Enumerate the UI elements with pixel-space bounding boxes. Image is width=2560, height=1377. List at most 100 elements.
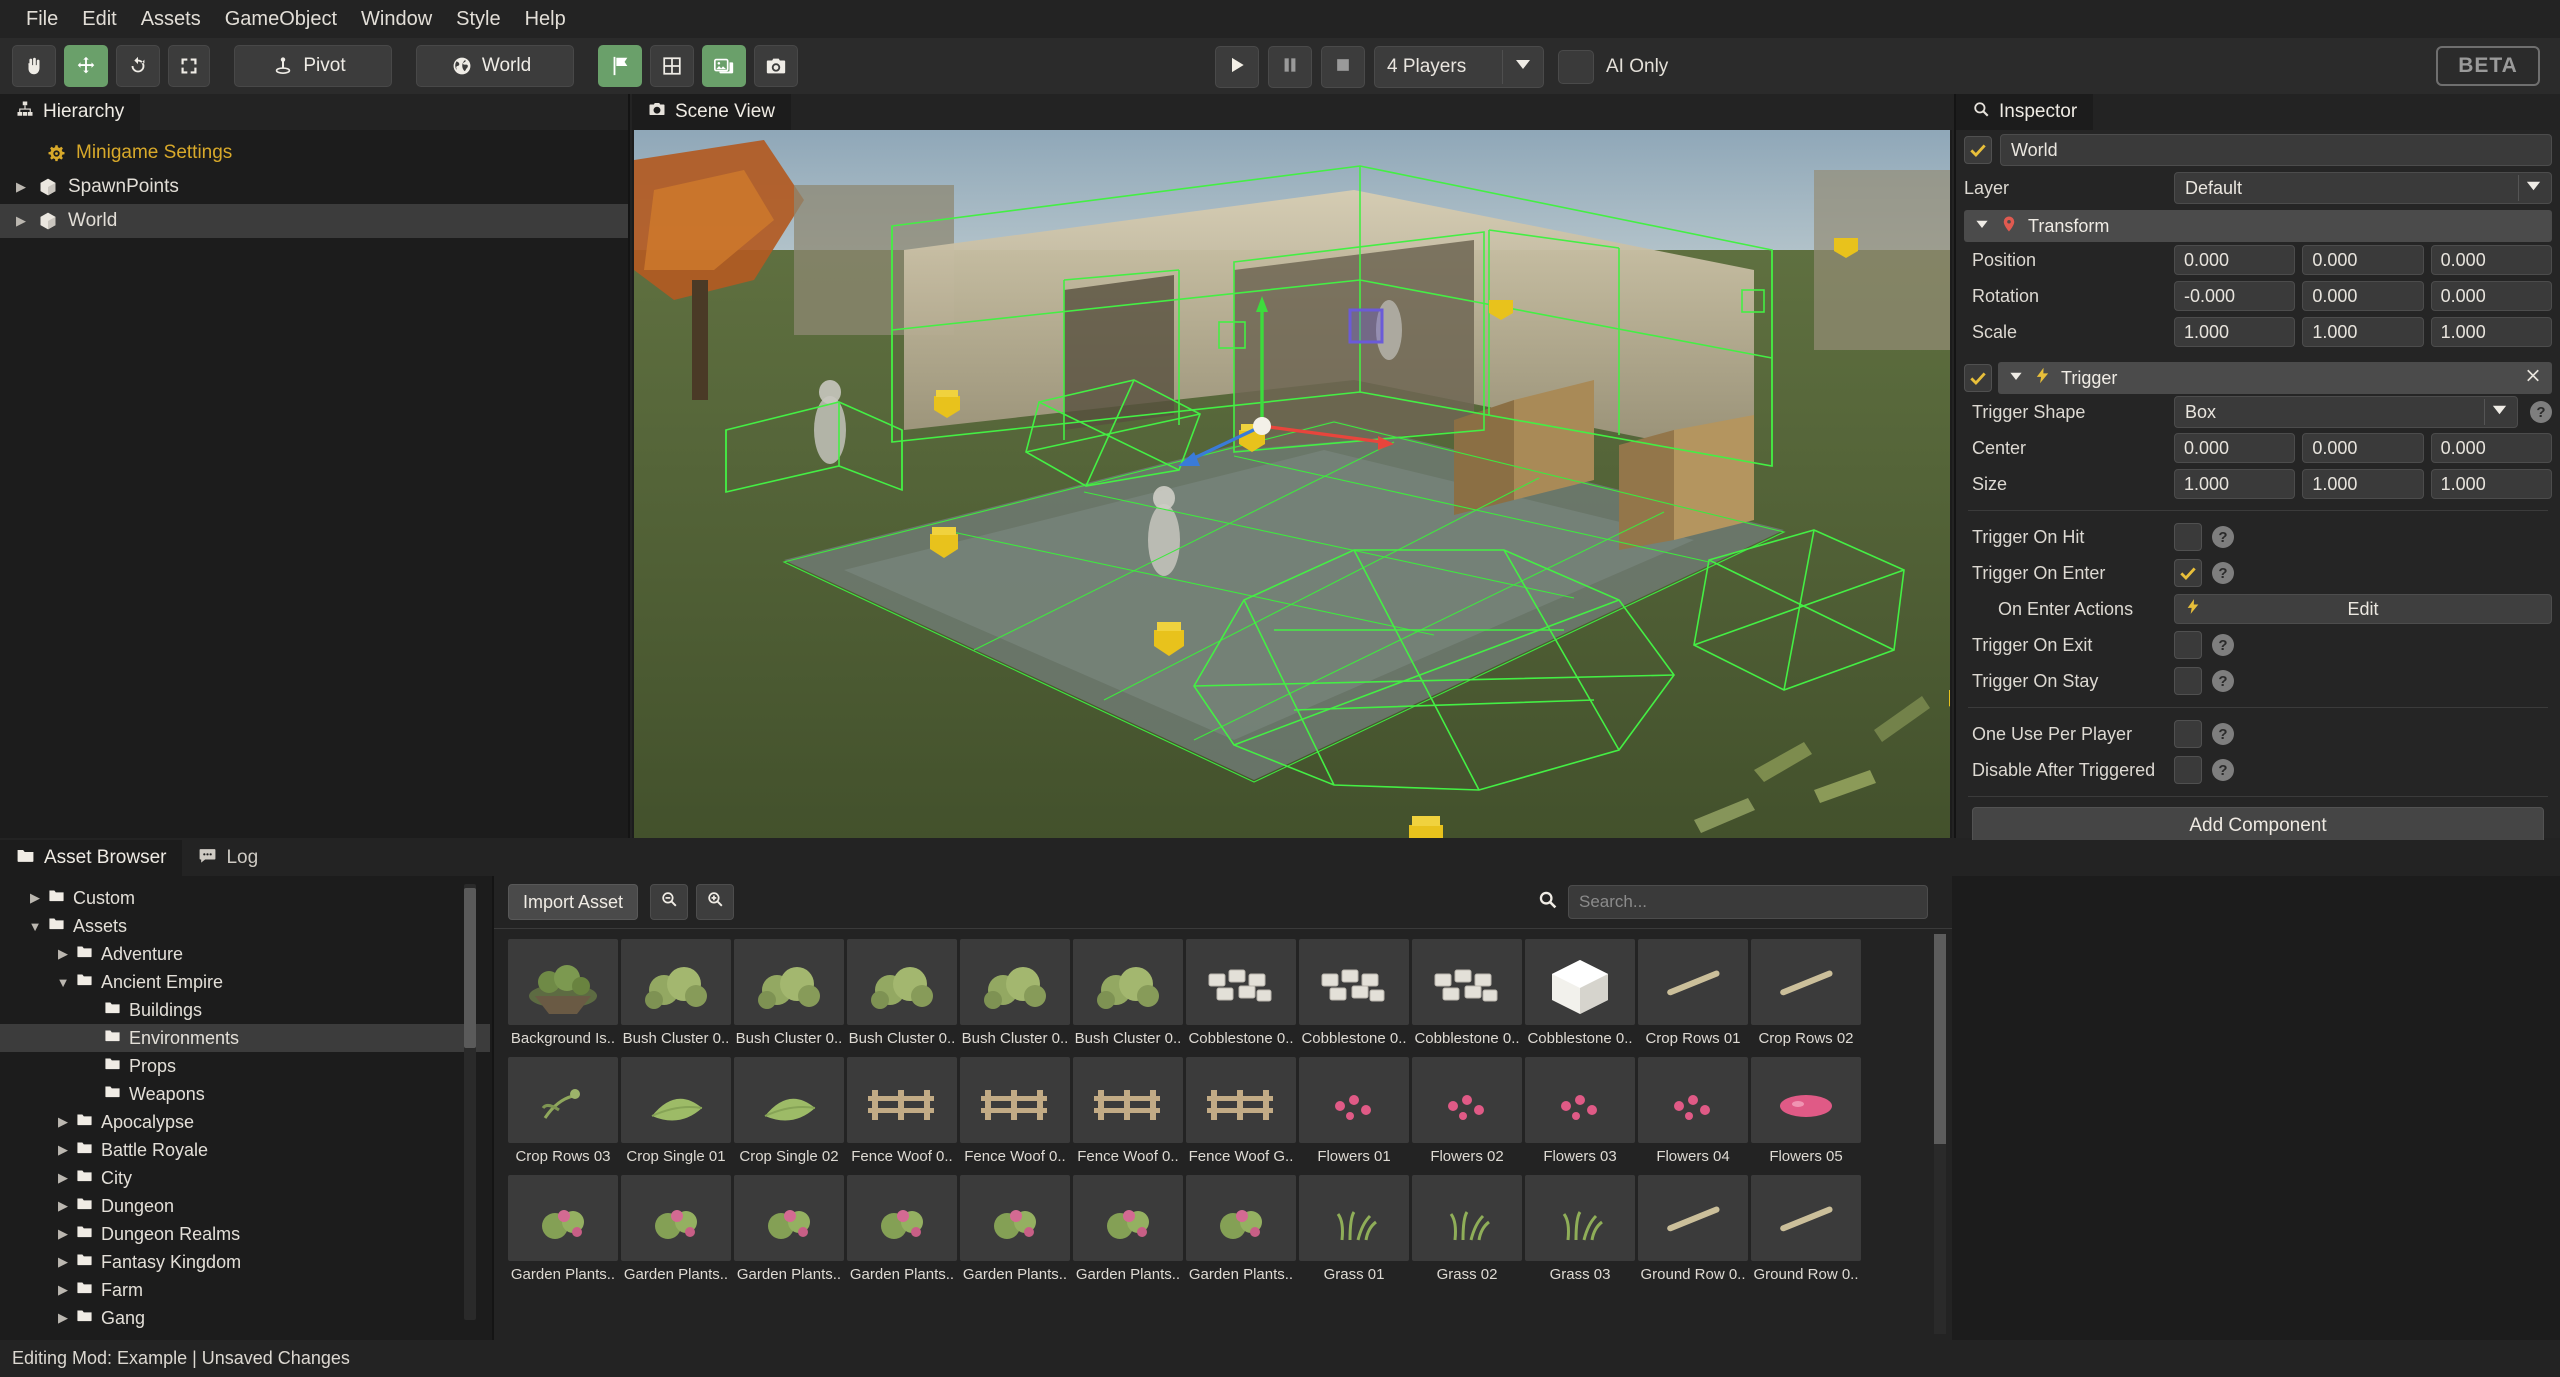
asset-thumbnail[interactable] [1186,1175,1296,1261]
asset-cell[interactable]: Garden Plants.. [621,1175,734,1293]
flag-toggle-button[interactable] [598,45,642,87]
tree-item-environments[interactable]: Environments [0,1024,490,1052]
position-x-input[interactable]: 0.000 [2174,245,2296,275]
chevron-down-icon[interactable] [2008,368,2024,389]
menu-edit[interactable]: Edit [70,5,128,33]
trigger-size-z-input[interactable]: 1.000 [2430,469,2552,499]
asset-thumbnail[interactable] [1299,1175,1409,1261]
asset-cell[interactable]: Bush Cluster 0.. [960,939,1073,1057]
hierarchy-item-minigame-settings[interactable]: Minigame Settings [0,136,628,170]
asset-cell[interactable]: Garden Plants.. [1186,1175,1299,1293]
chevron-down-icon[interactable] [1974,216,1990,237]
asset-thumbnail[interactable] [1412,1175,1522,1261]
asset-thumbnail[interactable] [847,1057,957,1143]
asset-cell[interactable]: Grass 03 [1525,1175,1638,1293]
asset-thumbnail[interactable] [1751,939,1861,1025]
asset-cell[interactable]: Fence Woof 0.. [960,1057,1073,1175]
asset-grid-scrollbar-thumb[interactable] [1934,934,1946,1144]
camera-toggle-button[interactable] [754,45,798,87]
help-icon[interactable]: ? [2212,562,2234,584]
asset-cell[interactable]: Background Is.. [508,939,621,1057]
asset-grid[interactable]: Background Is.. Bush Cluster 0.. Bush Clus… [494,928,1952,1340]
asset-thumbnail[interactable] [1073,1175,1183,1261]
asset-cell[interactable]: Flowers 01 [1299,1057,1412,1175]
asset-cell[interactable]: Crop Rows 03 [508,1057,621,1175]
tab-scene-view[interactable]: Scene View [632,94,791,130]
asset-cell[interactable]: Garden Plants.. [508,1175,621,1293]
asset-thumbnail[interactable] [734,939,844,1025]
asset-thumbnail[interactable] [508,1175,618,1261]
trigger-center-z-input[interactable]: 0.000 [2430,433,2552,463]
import-asset-button[interactable]: Import Asset [508,884,639,920]
trigger-size-x-input[interactable]: 1.000 [2174,469,2296,499]
tree-item-city[interactable]: ▶ City [0,1164,490,1192]
asset-cell[interactable]: Fence Woof G.. [1186,1057,1299,1175]
tree-item-gang[interactable]: ▶ Gang [0,1304,490,1332]
hierarchy-item-spawnpoints[interactable]: ▶ SpawnPoints [0,170,628,204]
scale-z-input[interactable]: 1.000 [2430,317,2552,347]
asset-cell[interactable]: Flowers 05 [1751,1057,1864,1175]
asset-thumbnail[interactable] [1299,1057,1409,1143]
on-enter-actions-edit-button[interactable]: Edit [2174,594,2552,624]
asset-thumbnail[interactable] [508,1057,618,1143]
scene-viewport[interactable] [634,130,1950,838]
chevron-right-icon[interactable]: ▶ [50,1310,76,1326]
asset-thumbnail[interactable] [734,1175,844,1261]
asset-cell[interactable]: Garden Plants.. [1073,1175,1186,1293]
tree-item-buildings[interactable]: Buildings [0,996,490,1024]
rotate-tool-button[interactable] [116,45,160,87]
tree-item-farm[interactable]: ▶ Farm [0,1276,490,1304]
asset-cell[interactable]: Cobblestone 0.. [1299,939,1412,1057]
asset-cell[interactable]: Cobblestone 0.. [1186,939,1299,1057]
menu-window[interactable]: Window [349,5,444,33]
menu-help[interactable]: Help [513,5,578,33]
one-use-per-player-checkbox[interactable] [2174,720,2202,748]
help-icon[interactable]: ? [2212,723,2234,745]
asset-cell[interactable]: Flowers 03 [1525,1057,1638,1175]
asset-cell[interactable]: Ground Row 0.. [1638,1175,1751,1293]
asset-tree-scrollbar-thumb[interactable] [464,888,476,1048]
chevron-right-icon[interactable]: ▶ [50,1198,76,1214]
tab-asset-browser[interactable]: Asset Browser [0,840,183,876]
asset-cell[interactable]: Bush Cluster 0.. [734,939,847,1057]
asset-thumbnail[interactable] [734,1057,844,1143]
object-name-field[interactable]: World [2000,134,2552,166]
asset-thumbnail[interactable] [1412,939,1522,1025]
zoom-in-button[interactable] [696,884,735,920]
asset-thumbnail[interactable] [847,1175,957,1261]
pivot-mode-button[interactable]: Pivot [234,45,392,87]
tree-item-dungeon-realms[interactable]: ▶ Dungeon Realms [0,1220,490,1248]
asset-thumbnail[interactable] [1412,1057,1522,1143]
tree-item-battle-royale[interactable]: ▶ Battle Royale [0,1136,490,1164]
asset-cell[interactable]: Ground Row 0.. [1751,1175,1864,1293]
scale-y-input[interactable]: 1.000 [2302,317,2424,347]
ai-only-checkbox[interactable] [1558,50,1594,84]
asset-thumbnail[interactable] [621,1175,731,1261]
menu-assets[interactable]: Assets [129,5,213,33]
asset-thumbnail[interactable] [621,939,731,1025]
help-icon[interactable]: ? [2212,526,2234,548]
hierarchy-item-world[interactable]: ▶ World [0,204,628,238]
asset-cell[interactable]: Fence Woof 0.. [1073,1057,1186,1175]
move-tool-button[interactable] [64,45,108,87]
asset-thumbnail[interactable] [1073,939,1183,1025]
trigger-on-exit-checkbox[interactable] [2174,631,2202,659]
tree-item-weapons[interactable]: Weapons [0,1080,490,1108]
chevron-right-icon[interactable]: ▶ [8,179,34,195]
rotation-z-input[interactable]: 0.000 [2430,281,2552,311]
asset-thumbnail[interactable] [1638,939,1748,1025]
chevron-right-icon[interactable]: ▶ [50,1282,76,1298]
asset-thumbnail[interactable] [1638,1057,1748,1143]
help-icon[interactable]: ? [2530,401,2552,423]
asset-cell[interactable]: Crop Single 02 [734,1057,847,1175]
tree-item-ancient-empire[interactable]: ▼ Ancient Empire [0,968,490,996]
menu-gameobject[interactable]: GameObject [213,5,349,33]
asset-thumbnail[interactable] [1299,939,1409,1025]
chevron-right-icon[interactable]: ▶ [22,890,48,906]
hand-tool-button[interactable] [12,45,56,87]
disable-after-triggered-checkbox[interactable] [2174,756,2202,784]
tree-item-assets[interactable]: ▼ Assets [0,912,490,940]
tab-log[interactable]: Log [182,840,274,876]
grid-toggle-button[interactable] [650,45,694,87]
tree-item-apocalypse[interactable]: ▶ Apocalypse [0,1108,490,1136]
